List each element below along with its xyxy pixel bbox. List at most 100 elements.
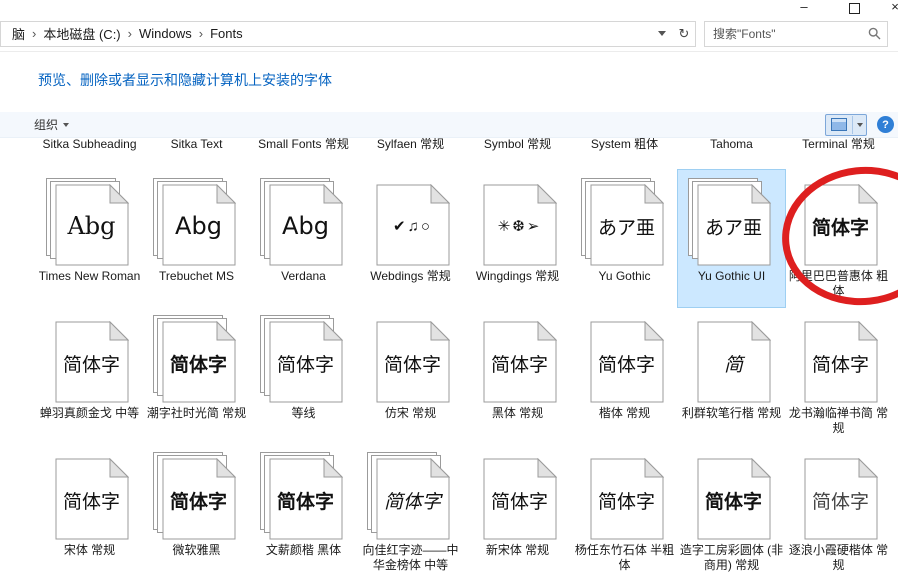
font-file-icon: ✳❆➢ <box>473 178 563 268</box>
address-dropdown-button[interactable] <box>651 22 673 46</box>
font-preview-text: 简体字 <box>269 324 343 402</box>
font-preview-text: 简体字 <box>697 461 771 539</box>
font-item[interactable]: 简体字 微软雅黑 <box>143 444 250 581</box>
font-item[interactable]: あア亜 Yu Gothic <box>571 170 678 307</box>
font-preview-text: 简体字 <box>162 461 236 539</box>
font-item-label[interactable]: Terminal 常规 <box>785 138 892 170</box>
font-item-label[interactable]: Sylfaen 常规 <box>357 138 464 170</box>
address-box[interactable]: 脑 ›本地磁盘 (C:)›Windows›Fonts ↻ <box>0 21 696 47</box>
maximize-icon <box>849 3 860 14</box>
font-item-label: 向佳红字迹——中华金榜体 中等 <box>358 543 463 573</box>
font-item[interactable]: あア亜 Yu Gothic UI <box>678 170 785 307</box>
font-grid: Abg Times New Roman Abg Trebuchet MS Abg… <box>36 170 898 581</box>
font-item-label: Yu Gothic <box>598 269 650 284</box>
font-item[interactable]: 简体字 等线 <box>250 307 357 444</box>
font-preview-text: 简体字 <box>590 324 664 402</box>
breadcrumb-item[interactable]: 本地磁盘 (C:) <box>38 22 125 45</box>
font-item[interactable]: 简体字 潮字社时光简 常规 <box>143 307 250 444</box>
font-item[interactable]: 简体字 逐浪小霞硬楷体 常规 <box>785 444 892 581</box>
font-grid-row: 简体字 蝉羽真颜金戈 中等 简体字 潮字社时光简 常规 简体字 等线 <box>36 307 898 444</box>
font-preview-text: あア亜 <box>697 187 771 265</box>
title-bar: – × <box>0 0 898 16</box>
font-item[interactable]: Abg Times New Roman <box>36 170 143 307</box>
maximize-button[interactable] <box>843 0 865 16</box>
font-preview-text: ✔♫○ <box>376 187 450 265</box>
font-item[interactable]: 简体字 龙书瀚临禅书简 常规 <box>785 307 892 444</box>
breadcrumb-item[interactable]: Windows <box>134 24 197 43</box>
font-file-icon: 简体字 <box>259 315 349 405</box>
font-item-label: 潮字社时光简 常规 <box>147 406 246 421</box>
font-preview-text: 简体字 <box>162 324 236 402</box>
font-item-label[interactable]: Small Fonts 常规 <box>250 138 357 170</box>
font-preview-text: 简体字 <box>483 461 557 539</box>
organize-button[interactable]: 组织 <box>28 113 75 136</box>
font-preview-text: 简体字 <box>804 461 878 539</box>
font-item-label: 龙书瀚临禅书简 常规 <box>786 406 891 436</box>
font-item-label: Yu Gothic UI <box>698 269 765 284</box>
font-preview-text: 简体字 <box>804 324 878 402</box>
font-item-label: Verdana <box>281 269 326 284</box>
font-item[interactable]: Abg Verdana <box>250 170 357 307</box>
font-file-icon: 简体字 <box>687 452 777 542</box>
font-item-label: Webdings 常规 <box>370 269 450 284</box>
font-item-label[interactable]: Sitka Text <box>143 138 250 170</box>
font-file-icon: 简体字 <box>45 315 135 405</box>
font-file-icon: 简体字 <box>473 315 563 405</box>
help-button[interactable]: ? <box>877 116 894 133</box>
font-item[interactable]: ✔♫○ Webdings 常规 <box>357 170 464 307</box>
font-file-icon: 简体字 <box>473 452 563 542</box>
font-file-icon: 简体字 <box>580 452 670 542</box>
font-file-icon: Abg <box>45 178 135 268</box>
view-dropdown-arrow[interactable] <box>853 123 866 127</box>
font-item-label[interactable]: Sitka Subheading <box>36 138 143 170</box>
breadcrumb: 脑 ›本地磁盘 (C:)›Windows›Fonts <box>7 22 248 45</box>
font-item[interactable]: 简体字 杨任东竹石体 半粗体 <box>571 444 678 581</box>
font-item-label[interactable]: Symbol 常规 <box>464 138 571 170</box>
search-box[interactable] <box>704 21 888 47</box>
font-item[interactable]: 简体字 新宋体 常规 <box>464 444 571 581</box>
font-item-label: Wingdings 常规 <box>476 269 559 284</box>
font-file-icon: 简体字 <box>366 452 456 542</box>
font-file-icon: 简体字 <box>794 178 884 268</box>
font-item-label[interactable]: System 粗体 <box>571 138 678 170</box>
font-item[interactable]: 简体字 仿宋 常规 <box>357 307 464 444</box>
fonts-description-text: 预览、删除或者显示和隐藏计算机上安装的字体 <box>38 70 332 90</box>
minimize-button[interactable]: – <box>793 0 815 16</box>
organize-label: 组织 <box>34 116 58 133</box>
font-file-icon: 简体字 <box>152 452 242 542</box>
font-item[interactable]: 简体字 蝉羽真颜金戈 中等 <box>36 307 143 444</box>
font-file-icon: 简体字 <box>794 315 884 405</box>
change-view-button[interactable] <box>825 114 867 136</box>
search-input[interactable] <box>711 26 868 42</box>
font-item-label[interactable]: Tahoma <box>678 138 785 170</box>
refresh-button[interactable]: ↻ <box>673 22 695 46</box>
breadcrumb-prefix[interactable]: 脑 <box>7 22 30 45</box>
font-file-icon: ✔♫○ <box>366 178 456 268</box>
font-item-label: 宋体 常规 <box>64 543 115 558</box>
chevron-down-icon <box>63 123 69 127</box>
font-item[interactable]: 简 利群软笔行楷 常规 <box>678 307 785 444</box>
font-item-label: 杨任东竹石体 半粗体 <box>572 543 677 573</box>
font-item[interactable]: 简体字 向佳红字迹——中华金榜体 中等 <box>357 444 464 581</box>
font-item[interactable]: Abg Trebuchet MS <box>143 170 250 307</box>
font-item-label: 黑体 常规 <box>492 406 543 421</box>
font-item-label: 新宋体 常规 <box>486 543 549 558</box>
font-file-icon: 简体字 <box>794 452 884 542</box>
font-file-icon: あア亜 <box>580 178 670 268</box>
font-preview-text: 简体字 <box>55 324 129 402</box>
font-item[interactable]: 简体字 黑体 常规 <box>464 307 571 444</box>
font-item[interactable]: 简体字 宋体 常规 <box>36 444 143 581</box>
files-area[interactable]: Sitka SubheadingSitka TextSmall Fonts 常规… <box>36 138 898 581</box>
font-item[interactable]: 简体字 文薪颜楷 黑体 <box>250 444 357 581</box>
font-item[interactable]: 简体字 阿里巴巴普惠体 粗体 <box>785 170 892 307</box>
close-button[interactable]: × <box>884 0 898 16</box>
breadcrumb-separator-icon: › <box>197 26 205 41</box>
font-preview-text: 简体字 <box>376 461 450 539</box>
breadcrumb-separator-icon: › <box>126 26 134 41</box>
font-item[interactable]: 简体字 造字工房彩圆体 (非商用) 常规 <box>678 444 785 581</box>
font-item[interactable]: ✳❆➢ Wingdings 常规 <box>464 170 571 307</box>
font-item[interactable]: 简体字 楷体 常规 <box>571 307 678 444</box>
font-grid-row: Abg Times New Roman Abg Trebuchet MS Abg… <box>36 170 898 307</box>
breadcrumb-item[interactable]: Fonts <box>205 24 248 43</box>
view-mode-icon <box>831 118 847 131</box>
